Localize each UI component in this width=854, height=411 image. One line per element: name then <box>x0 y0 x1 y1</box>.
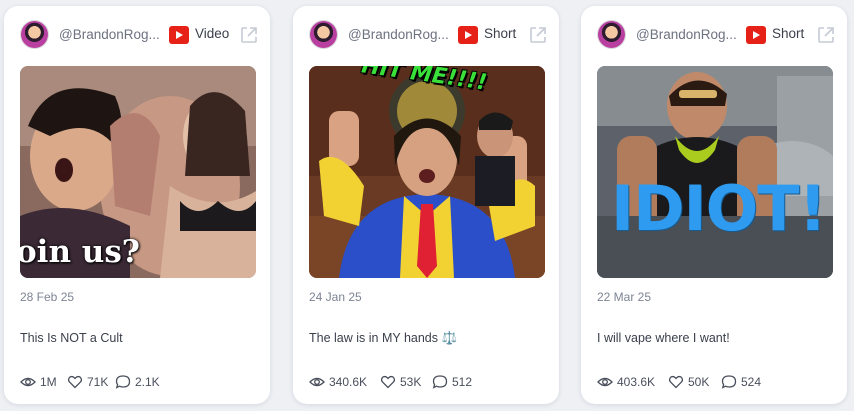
youtube-icon <box>169 26 189 44</box>
comments-count: 512 <box>452 375 473 389</box>
eye-icon <box>597 377 613 387</box>
youtube-icon <box>746 26 766 44</box>
avatar[interactable] <box>598 21 625 48</box>
post-date: 24 Jan 25 <box>309 290 362 304</box>
heart-icon <box>380 375 396 389</box>
post-card[interactable]: @BrandonRog... Short IDIOT! 22 Mar 25 I … <box>581 6 847 404</box>
video-thumbnail[interactable]: IDIOT! <box>597 66 833 278</box>
post-title[interactable]: This Is NOT a Cult <box>20 331 123 345</box>
post-title[interactable]: The law is in MY hands ⚖️ <box>309 331 457 346</box>
likes-count: 71K <box>87 375 109 389</box>
likes-count: 53K <box>400 375 422 389</box>
comment-icon <box>721 375 737 389</box>
external-link-icon[interactable] <box>528 25 548 45</box>
comments-count: 2.1K <box>135 375 160 389</box>
eye-icon <box>309 377 325 387</box>
views-count: 340.6K <box>329 375 368 389</box>
avatar[interactable] <box>21 21 48 48</box>
content-type-label: Short <box>484 26 517 41</box>
external-link-icon[interactable] <box>816 25 836 45</box>
views-count: 403.6K <box>617 375 656 389</box>
youtube-icon <box>458 26 478 44</box>
thumbnail-caption: IDIOT! <box>611 172 827 245</box>
comment-icon <box>115 375 131 389</box>
avatar[interactable] <box>310 21 337 48</box>
card-header: @BrandonRog... Short <box>598 21 838 51</box>
heart-icon <box>67 375 83 389</box>
external-link-icon[interactable] <box>239 25 259 45</box>
post-title[interactable]: I will vape where I want! <box>597 331 730 345</box>
comment-icon <box>432 375 448 389</box>
likes-count: 50K <box>688 375 710 389</box>
card-header: @BrandonRog... Short <box>310 21 550 51</box>
post-date: 28 Feb 25 <box>20 290 75 304</box>
post-card[interactable]: @BrandonRog... Video oin us? 28 Feb 25 T… <box>4 6 270 404</box>
thumbnail-caption: oin us? <box>20 234 140 270</box>
post-date: 22 Mar 25 <box>597 290 652 304</box>
channel-handle[interactable]: @BrandonRog... <box>59 27 161 42</box>
heart-icon <box>668 375 684 389</box>
channel-handle[interactable]: @BrandonRog... <box>348 27 450 42</box>
video-thumbnail[interactable]: oin us? <box>20 66 256 278</box>
card-header: @BrandonRog... Video <box>21 21 261 51</box>
comments-count: 524 <box>741 375 762 389</box>
channel-handle[interactable]: @BrandonRog... <box>636 27 738 42</box>
eye-icon <box>20 377 36 387</box>
content-type-label: Short <box>772 26 805 41</box>
video-thumbnail[interactable]: HIT ME!!!! <box>309 66 545 278</box>
post-card[interactable]: @BrandonRog... Short HIT ME!!!! 24 Jan 2… <box>293 6 559 404</box>
views-count: 1M <box>40 375 57 389</box>
content-type-label: Video <box>195 26 230 41</box>
